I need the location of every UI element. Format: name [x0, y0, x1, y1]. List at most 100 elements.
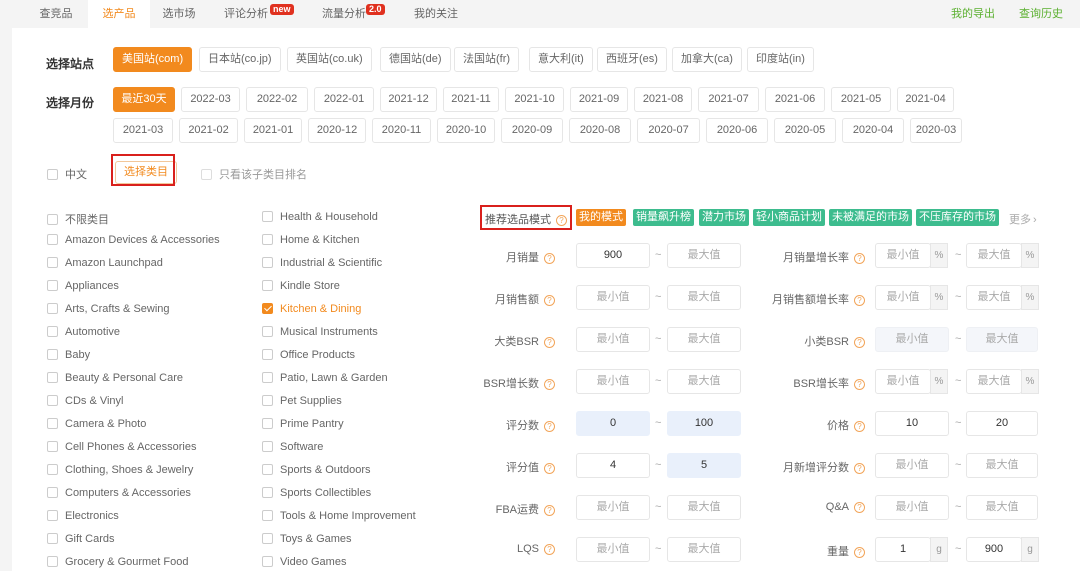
category-item[interactable]: Musical Instruments	[262, 326, 378, 338]
checkbox[interactable]	[47, 349, 58, 360]
tab-4[interactable]: 流量分析 2.0	[312, 0, 400, 28]
checkbox[interactable]	[262, 395, 273, 406]
site-option[interactable]: 法国站(fr)	[454, 47, 520, 72]
filter-max-input[interactable]: 最大值	[966, 327, 1038, 352]
checkbox[interactable]	[262, 211, 273, 222]
category-item[interactable]: Baby	[47, 349, 90, 361]
category-item[interactable]: Kindle Store	[262, 280, 340, 292]
help-icon[interactable]: ?	[854, 547, 865, 558]
checkbox[interactable]	[262, 510, 273, 521]
checkbox[interactable]	[47, 395, 58, 406]
category-item[interactable]: Amazon Devices & Accessories	[47, 234, 220, 246]
checkbox[interactable]	[47, 533, 58, 544]
filter-min-input[interactable]: 最小值	[875, 369, 931, 394]
filter-min-input[interactable]: 900	[576, 243, 650, 268]
tab-2[interactable]: 选市场	[150, 0, 208, 28]
month-option[interactable]: 2020-07	[637, 118, 700, 143]
checkbox[interactable]	[262, 441, 273, 452]
mode-tag[interactable]: 不压库存的市场	[916, 209, 999, 226]
month-option[interactable]: 2020-12	[308, 118, 366, 143]
filter-min-input[interactable]: 最小值	[875, 243, 931, 268]
category-item[interactable]: Video Games	[262, 556, 346, 568]
category-item[interactable]: Gift Cards	[47, 533, 115, 545]
filter-max-input[interactable]: 最大值	[667, 243, 741, 268]
filter-min-input[interactable]: 最小值	[576, 495, 650, 520]
checkbox[interactable]	[262, 326, 273, 337]
checkbox[interactable]	[47, 234, 58, 245]
my-export-link[interactable]: 我的导出	[951, 0, 995, 28]
checkbox[interactable]	[47, 280, 58, 291]
category-item[interactable]: Arts, Crafts & Sewing	[47, 303, 170, 315]
month-option[interactable]: 2021-05	[831, 87, 891, 112]
filter-max-input[interactable]: 最大值	[667, 537, 741, 562]
checkbox[interactable]	[201, 169, 212, 180]
category-item[interactable]: Beauty & Personal Care	[47, 372, 183, 384]
month-option[interactable]: 最近30天	[113, 87, 175, 112]
category-item[interactable]: Camera & Photo	[47, 418, 146, 430]
filter-max-input[interactable]: 最大值	[667, 369, 741, 394]
checkbox[interactable]	[262, 372, 273, 383]
checkbox[interactable]	[262, 234, 273, 245]
tab-0[interactable]: 查竞品	[20, 0, 92, 28]
month-option[interactable]: 2021-06	[765, 87, 825, 112]
checkbox[interactable]	[262, 280, 273, 291]
filter-max-input[interactable]: 最大值	[966, 369, 1022, 394]
category-item[interactable]: Grocery & Gourmet Food	[47, 556, 189, 568]
mode-tag[interactable]: 潜力市场	[699, 209, 749, 226]
help-icon[interactable]: ?	[544, 505, 555, 516]
filter-min-input[interactable]: 最小值	[875, 453, 949, 478]
checkbox[interactable]	[262, 556, 273, 567]
month-option[interactable]: 2020-08	[569, 118, 631, 143]
category-item[interactable]: Prime Pantry	[262, 418, 344, 430]
help-icon[interactable]: ?	[544, 337, 555, 348]
category-item[interactable]: Electronics	[47, 510, 119, 522]
category-item[interactable]: Clothing, Shoes & Jewelry	[47, 464, 193, 476]
checkbox[interactable]	[47, 326, 58, 337]
checkbox[interactable]	[47, 487, 58, 498]
filter-min-input[interactable]: 最小值	[875, 285, 931, 310]
help-icon[interactable]: ?	[544, 544, 555, 555]
filter-max-input[interactable]: 900	[966, 537, 1022, 562]
category-item[interactable]: Industrial & Scientific	[262, 257, 382, 269]
checkbox[interactable]	[262, 349, 273, 360]
month-option[interactable]: 2020-04	[842, 118, 904, 143]
help-icon[interactable]: ?	[544, 253, 555, 264]
site-option[interactable]: 西班牙(es)	[597, 47, 667, 72]
only-subcategory-checkbox[interactable]: 只看该子类目排名	[201, 166, 307, 182]
checkbox[interactable]	[262, 487, 273, 498]
query-history-link[interactable]: 查询历史	[1019, 0, 1063, 28]
month-option[interactable]: 2021-08	[634, 87, 692, 112]
filter-max-input[interactable]: 最大值	[966, 285, 1022, 310]
month-option[interactable]: 2021-09	[570, 87, 628, 112]
month-option[interactable]: 2020-10	[437, 118, 495, 143]
filter-max-input[interactable]: 最大值	[966, 453, 1038, 478]
help-icon[interactable]: ?	[544, 295, 555, 306]
month-option[interactable]: 2022-01	[314, 87, 374, 112]
month-option[interactable]: 2021-11	[443, 87, 499, 112]
checkbox[interactable]	[47, 169, 58, 180]
category-item[interactable]: Amazon Launchpad	[47, 257, 163, 269]
help-icon[interactable]: ?	[854, 379, 865, 390]
filter-min-input[interactable]: 最小值	[576, 285, 650, 310]
filter-min-input[interactable]: 1	[875, 537, 931, 562]
mode-tag[interactable]: 我的模式	[576, 209, 626, 226]
site-option[interactable]: 加拿大(ca)	[672, 47, 742, 72]
checkbox[interactable]	[262, 303, 273, 314]
checkbox[interactable]	[47, 257, 58, 268]
tab-1[interactable]: 选产品	[88, 0, 150, 28]
help-icon[interactable]: ?	[544, 421, 555, 432]
month-option[interactable]: 2021-03	[113, 118, 173, 143]
category-item[interactable]: Patio, Lawn & Garden	[262, 372, 388, 384]
month-option[interactable]: 2020-06	[706, 118, 768, 143]
help-icon[interactable]: ?	[854, 295, 865, 306]
filter-min-input[interactable]: 最小值	[875, 495, 949, 520]
chinese-checkbox[interactable]: 中文	[47, 166, 87, 182]
filter-max-input[interactable]: 最大值	[667, 327, 741, 352]
tab-3[interactable]: 评论分析 new	[214, 0, 302, 28]
month-option[interactable]: 2020-09	[501, 118, 563, 143]
checkbox[interactable]	[47, 214, 58, 225]
category-item[interactable]: Home & Kitchen	[262, 234, 359, 246]
filter-min-input[interactable]: 最小值	[875, 327, 949, 352]
category-item[interactable]: Automotive	[47, 326, 120, 338]
category-item[interactable]: Health & Household	[262, 211, 378, 223]
